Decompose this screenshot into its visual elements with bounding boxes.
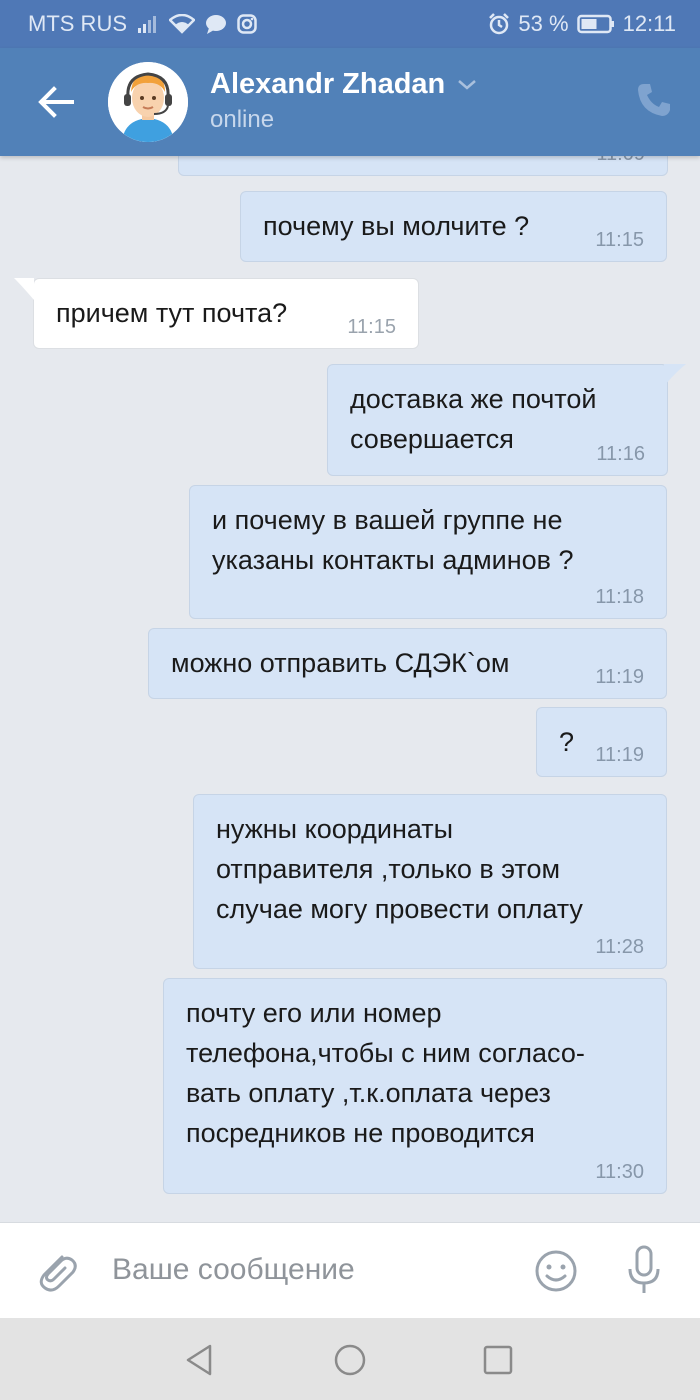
attach-button[interactable] [32, 1247, 80, 1295]
phone-icon [638, 84, 670, 116]
message-bubble-outgoing[interactable]: нужны координаты отправителя ,только в э… [193, 794, 667, 969]
message-text: причем тут почта? [56, 298, 288, 328]
contact-name-label: Alexandr Zhadan [210, 68, 446, 100]
message-input[interactable]: Ваше сообщение [112, 1253, 355, 1287]
message-time: 11:19 [595, 666, 644, 688]
battery-icon [576, 14, 615, 34]
nav-recents-button[interactable] [478, 1340, 518, 1380]
smile-icon [535, 1250, 577, 1292]
message-text: доставка же почтой совершается [350, 384, 597, 454]
message-text: нужны координаты отправителя ,только в э… [216, 814, 583, 924]
back-button[interactable] [34, 80, 78, 124]
status-bar: MTS RUS 53 % 12:11 [0, 0, 700, 48]
message-bubble-outgoing[interactable]: почту его или номер телефона,чтобы с ним… [163, 978, 667, 1194]
instagram-icon [237, 14, 257, 34]
message-bubble-outgoing[interactable]: можно отправить СДЭК`ом 11:19 [148, 628, 667, 699]
contact-status: online [210, 106, 275, 133]
alarm-icon [488, 13, 510, 35]
message-bubble-outgoing[interactable]: доставка же почтой совершается 11:16 [327, 364, 668, 476]
wifi-icon [169, 14, 195, 34]
bubble-tail-incoming [14, 278, 34, 300]
triangle-back-icon [186, 1344, 212, 1376]
chat-notification-icon [205, 14, 227, 34]
paperclip-icon [39, 1255, 77, 1292]
message-bubble-outgoing[interactable]: и почему в вашей группе не указаны конта… [189, 485, 667, 619]
voice-message-button[interactable] [620, 1243, 668, 1299]
carrier-label: MTS RUS [28, 11, 127, 36]
message-time: 11:30 [595, 1161, 644, 1183]
arrow-left-icon [38, 86, 74, 118]
clock: 12:11 [622, 11, 676, 36]
circle-home-icon [334, 1344, 366, 1376]
nav-home-button[interactable] [330, 1340, 370, 1380]
message-time: 11:16 [596, 443, 645, 465]
microphone-icon [628, 1245, 660, 1293]
system-navigation-bar [0, 1318, 700, 1400]
message-time: 11:19 [595, 744, 644, 766]
message-composer: Ваше сообщение [0, 1222, 700, 1319]
avatar[interactable] [108, 62, 188, 142]
battery-percent: 53 % [518, 11, 569, 36]
chat-header: Alexandr Zhadan online [0, 48, 700, 156]
message-time: 11:15 [595, 229, 644, 251]
message-text: и почему в вашей группе не указаны конта… [212, 505, 574, 575]
message-text: почту его или номер телефона,чтобы с ним… [186, 998, 585, 1148]
contact-name[interactable]: Alexandr Zhadan [210, 68, 477, 101]
chevron-down-icon [458, 79, 477, 90]
message-time: 11:18 [595, 586, 644, 608]
message-bubble-outgoing[interactable]: почему вы молчите ? 11:15 [240, 191, 667, 262]
message-time: 11:15 [347, 316, 396, 338]
emoji-button[interactable] [532, 1247, 580, 1295]
square-recents-icon [483, 1345, 513, 1375]
message-text: ? [559, 727, 575, 757]
call-button[interactable] [634, 80, 674, 120]
message-text: почему вы молчите ? [263, 211, 530, 241]
message-bubble-outgoing[interactable]: ? 11:19 [536, 707, 667, 777]
signal-icon [137, 14, 159, 34]
bubble-tail-outgoing [664, 364, 686, 386]
nav-back-button[interactable] [180, 1340, 220, 1380]
message-text: можно отправить СДЭК`ом [171, 648, 510, 678]
message-time: 11:28 [595, 936, 644, 958]
message-bubble-incoming[interactable]: причем тут почта? 11:15 [33, 278, 419, 349]
